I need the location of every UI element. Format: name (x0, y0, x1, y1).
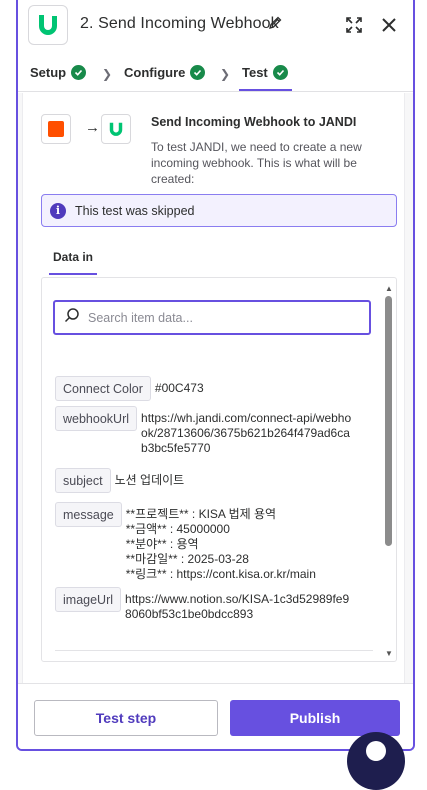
test-step-button[interactable]: Test step (34, 700, 218, 736)
panel-body: → Send Incoming Webhook to JANDI To test… (18, 93, 413, 683)
jandi-logo-icon (28, 5, 68, 45)
search-box (53, 300, 371, 335)
step-tabs: Setup ❯ Configure ❯ Test (18, 56, 413, 92)
tab-configure[interactable]: Configure (124, 65, 206, 80)
field-key[interactable]: imageUrl (55, 587, 122, 612)
data-field-row: message **프로젝트** : KISA 법제 용역 **금액** : 4… (55, 502, 355, 582)
data-field-row: Connect Color #00C473 (55, 376, 204, 401)
data-field-row: subject 노션 업데이트 (55, 468, 184, 493)
chevron-right-icon: ❯ (102, 67, 113, 81)
connection-title: Send Incoming Webhook to JANDI (151, 115, 357, 129)
search-input[interactable] (88, 310, 358, 325)
tab-configure-label: Configure (124, 65, 186, 80)
pencil-icon[interactable] (268, 16, 282, 35)
search-icon (64, 307, 80, 328)
check-circle-icon (190, 65, 206, 80)
field-key[interactable]: message (55, 502, 122, 527)
chat-icon (366, 741, 386, 761)
field-key[interactable]: subject (55, 468, 111, 493)
chevron-right-icon: ❯ (220, 67, 231, 81)
close-icon[interactable] (379, 15, 399, 35)
panel-header: 2. Send Incoming Webhook (18, 0, 413, 52)
field-key[interactable]: webhookUrl (55, 406, 138, 431)
trigger-app-icon (41, 114, 71, 144)
info-banner: i This test was skipped (41, 194, 397, 227)
info-icon: i (50, 202, 66, 219)
step-title[interactable]: 2. Send Incoming Webhook (80, 15, 279, 33)
test-card: → Send Incoming Webhook to JANDI To test… (22, 93, 405, 683)
field-value: #00C473 (154, 381, 204, 395)
scrollbar[interactable]: ▲ ▼ (384, 278, 394, 661)
scroll-up-arrow-icon[interactable]: ▲ (385, 284, 393, 293)
field-value: **프로젝트** : KISA 법제 용역 **금액** : 45000000 … (125, 507, 316, 581)
active-tab-indicator (239, 89, 292, 91)
scroll-down-arrow-icon[interactable]: ▼ (385, 649, 393, 658)
tab-test[interactable]: Test (242, 65, 288, 80)
publish-button[interactable]: Publish (230, 700, 400, 736)
tab-data-in[interactable]: Data in (53, 250, 93, 264)
field-value: 노션 업데이트 (114, 473, 185, 487)
tab-test-label: Test (242, 65, 268, 80)
field-value: https://wh.jandi.com/connect-api/webhook… (141, 411, 352, 455)
jandi-app-icon (101, 114, 131, 144)
tab-setup[interactable]: Setup (30, 65, 87, 80)
step-panel: 2. Send Incoming Webhook Setup ❯ Configu… (16, 0, 415, 751)
divider (55, 650, 373, 651)
field-value: https://www.notion.so/KISA-1c3d52989fe98… (125, 592, 350, 621)
check-circle-icon (71, 65, 87, 80)
active-tab-indicator (49, 273, 97, 275)
check-circle-icon (272, 65, 288, 80)
arrow-right-icon: → (85, 119, 100, 136)
field-key[interactable]: Connect Color (55, 376, 151, 401)
chat-launcher-button[interactable] (347, 732, 405, 790)
data-field-row: webhookUrl https://wh.jandi.com/connect-… (55, 406, 355, 456)
scrollbar-thumb[interactable] (385, 296, 392, 546)
info-banner-text: This test was skipped (75, 203, 195, 218)
expand-icon[interactable] (344, 15, 364, 35)
connection-description: To test JANDI, we need to create a new i… (151, 140, 362, 186)
data-in-panel: Connect Color #00C473 webhookUrl https:/… (41, 277, 397, 662)
data-field-row: imageUrl https://www.notion.so/KISA-1c3d… (55, 587, 365, 622)
tab-setup-label: Setup (30, 65, 67, 80)
